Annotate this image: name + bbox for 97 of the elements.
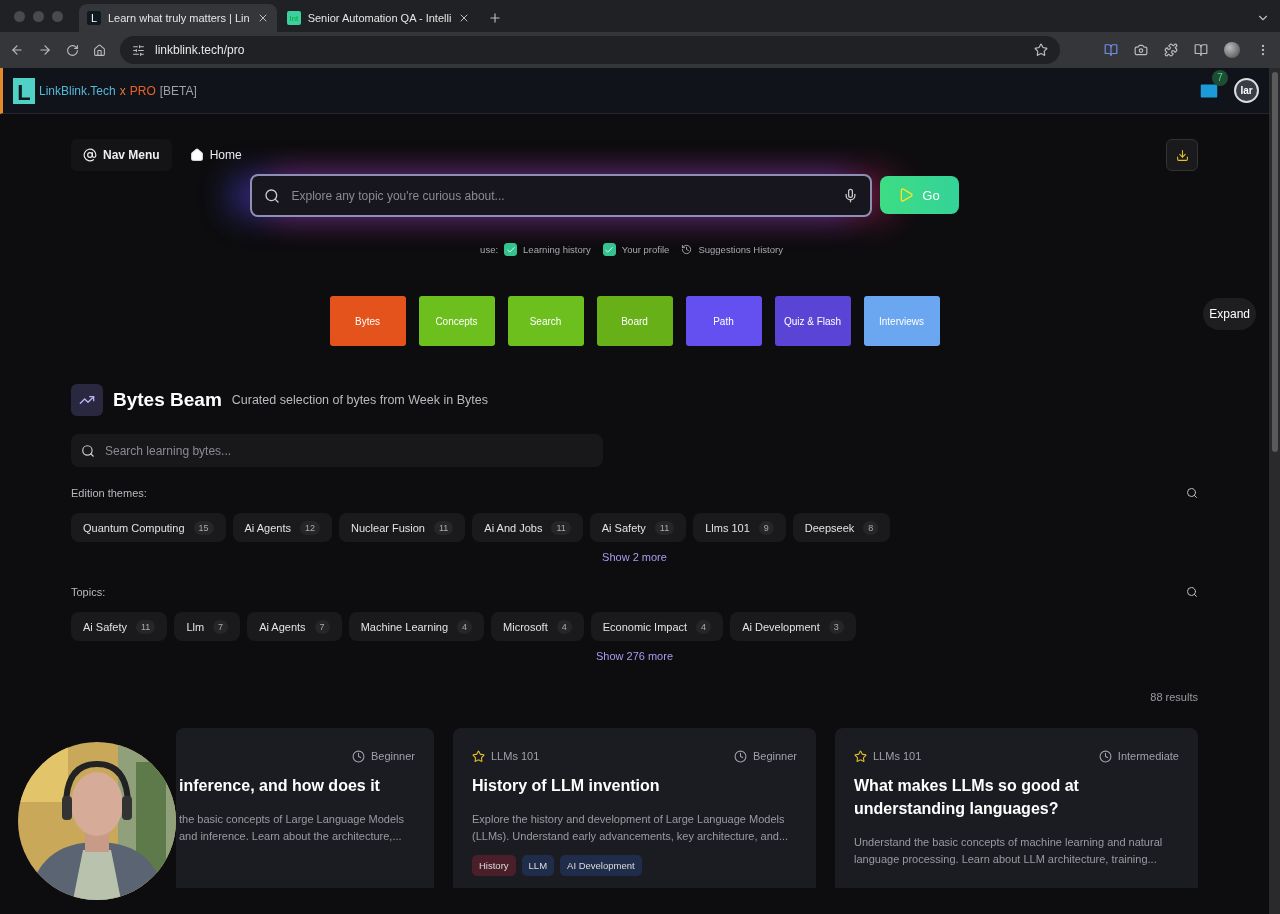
trending-icon <box>71 384 103 416</box>
filter-chip[interactable]: Economic Impact 4 <box>590 612 724 641</box>
filter-chip[interactable]: Ai Agents 12 <box>232 513 332 542</box>
home-icon[interactable] <box>93 43 106 57</box>
card-title: History of LLM invention <box>472 776 661 796</box>
check-icon <box>505 244 516 255</box>
show-more-link[interactable]: Show 276 more <box>589 649 679 663</box>
filter-chip[interactable]: Machine Learning 4 <box>348 612 485 641</box>
byte-card[interactable]: LLMs 101 Beginner History of LLM invention Explore the history and development of Large Language Models (LLMs). Understand early advancements, key architecture, and... History LLM AI Development <box>453 728 816 888</box>
section-title: Bytes Beam <box>113 389 222 411</box>
card-title: inference, and how does it <box>179 776 381 796</box>
download-button[interactable] <box>1166 139 1198 171</box>
filter-chip[interactable]: Microsoft 4 <box>491 612 584 641</box>
download-icon <box>1175 148 1189 162</box>
browser-tab[interactable]: L Learn what truly matters | Lin <box>79 4 277 32</box>
card-title: What makes LLMs so good at understanding languages? <box>854 776 1080 819</box>
card-level: Beginner <box>752 750 797 762</box>
card-description: Understand the basic concepts of machine learning and natural language processing. Learn about LLM architecture, training... <box>854 835 1164 867</box>
group-label: Topics: <box>71 586 106 598</box>
results-count: 88 results <box>1150 691 1198 703</box>
puzzle-icon[interactable] <box>1164 43 1178 57</box>
use-label: use: <box>480 244 499 255</box>
expand-button[interactable]: Expand <box>1203 298 1256 330</box>
camera-icon[interactable] <box>1134 43 1148 57</box>
tag: History <box>472 855 516 876</box>
filter-chip[interactable]: Ai Development 3 <box>730 612 856 641</box>
card-description: Explore the history and development of Large Language Models (LLMs). Understand early advancements, key architecture, and... <box>472 812 790 844</box>
byte-card[interactable]: Beginner inference, and how does it the basic concepts of Large Language Models and inference. Learn about the architecture,... <box>176 728 434 888</box>
bytes-search-input[interactable]: Search learning bytes... <box>103 442 593 459</box>
card-description: the basic concepts of Large Language Models and inference. Learn about the architecture,... <box>179 812 406 844</box>
star-icon <box>472 749 485 763</box>
filter-chip[interactable]: Deepseek 8 <box>792 513 891 542</box>
play-icon <box>898 187 915 203</box>
nav-menu-button[interactable]: Nav Menu <box>71 139 172 171</box>
checkbox[interactable] <box>602 243 616 256</box>
reader-icon[interactable] <box>1194 43 1208 57</box>
sliders-icon[interactable] <box>132 43 145 57</box>
suggestions-history-link[interactable]: Suggestions History <box>681 244 783 255</box>
mode-button[interactable]: Path <box>685 296 762 346</box>
notification-badge: 7 <box>1212 69 1228 86</box>
back-icon[interactable] <box>10 43 24 57</box>
filter-chip[interactable]: Nuclear Fusion 11 <box>339 513 466 542</box>
history-icon <box>681 244 693 255</box>
plus-icon[interactable] <box>488 11 503 25</box>
search-icon[interactable] <box>1186 487 1198 499</box>
card-level: Intermediate <box>1117 750 1179 762</box>
filter-chip[interactable]: Ai And Jobs 11 <box>472 513 583 542</box>
group-label: Edition themes: <box>71 487 147 499</box>
checkbox[interactable] <box>504 243 518 256</box>
tab-favicon: Int <box>286 11 301 25</box>
star-icon[interactable] <box>1034 43 1048 57</box>
search-icon[interactable] <box>1186 586 1198 598</box>
address-bar[interactable]: linkblink.tech/pro <box>120 36 1060 64</box>
clock-icon <box>733 749 747 763</box>
beta-label: [BETA] <box>159 83 197 98</box>
card-topic: LLMs 101 <box>491 750 540 762</box>
filter-chip[interactable]: Ai Safety 11 <box>71 612 168 641</box>
filter-chip[interactable]: Llm 7 <box>174 612 241 641</box>
bytes-search-field[interactable]: Search learning bytes... <box>71 434 603 467</box>
filter-chip[interactable]: Ai Agents 7 <box>247 612 342 641</box>
search-icon <box>81 443 95 458</box>
scrollbar-thumb[interactable] <box>1271 72 1278 452</box>
option-label: Your profile <box>621 244 670 255</box>
reload-icon[interactable] <box>66 43 79 57</box>
check-icon <box>604 244 615 255</box>
filter-chip[interactable]: Llms 101 9 <box>693 513 786 542</box>
card-topic: LLMs 101 <box>873 750 922 762</box>
byte-card[interactable]: LLMs 101 Intermediate What makes LLMs so good at understanding languages? Understand the basic concepts of machine learning and natural language processing. Learn about LLM architecture, training... <box>835 728 1198 888</box>
user-avatar[interactable]: Iar <box>1234 78 1259 103</box>
card-level: Beginner <box>370 750 415 762</box>
filter-chip[interactable]: Quantum Computing 15 <box>71 513 226 542</box>
mode-button[interactable]: Bytes <box>329 296 406 346</box>
section-subtitle: Curated selection of bytes from Week in Bytes <box>231 393 488 407</box>
browser-tab[interactable]: Int Senior Automation QA - Intelli <box>278 4 479 32</box>
star-icon <box>854 749 867 763</box>
forward-icon[interactable] <box>38 43 52 57</box>
logo[interactable]: L <box>13 77 35 104</box>
microphone-icon[interactable] <box>842 188 858 203</box>
profile-avatar[interactable] <box>1224 42 1240 58</box>
clock-icon <box>351 749 365 763</box>
at-sign-icon <box>83 148 97 162</box>
tag: AI Development <box>560 855 642 876</box>
brand-name: LinkBlink.Tech <box>39 83 116 98</box>
tag: LLM <box>521 855 555 876</box>
brand-pro: PRO <box>129 83 156 98</box>
search-field[interactable]: Explore any topic you're curious about... <box>249 174 872 217</box>
tab-favicon: L <box>87 11 101 25</box>
show-more-link[interactable]: Show 2 more <box>596 550 673 564</box>
clock-icon <box>1098 749 1112 763</box>
home-link[interactable]: Home <box>177 139 254 171</box>
filter-chip[interactable]: Ai Safety 11 <box>589 513 687 542</box>
mode-button[interactable]: Quiz & Flash <box>774 296 851 346</box>
search-icon <box>263 187 280 204</box>
brand-x: x <box>119 83 126 98</box>
home-icon <box>189 148 204 162</box>
search-input[interactable]: Explore any topic you're curious about... <box>289 187 833 204</box>
option-label: Learning history <box>523 244 591 255</box>
